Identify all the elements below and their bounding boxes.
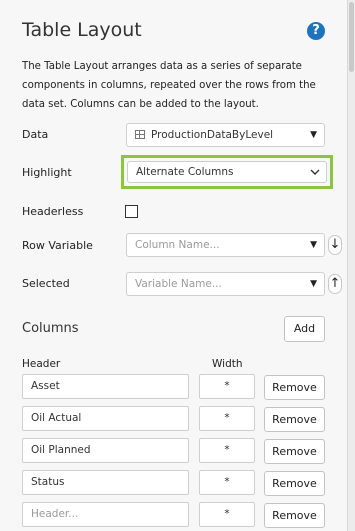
headerless-label: Headerless (22, 205, 84, 218)
column-header-input[interactable]: Status (22, 470, 189, 495)
table-layout-panel: Table Layout ? The Table Layout arranges… (0, 0, 348, 531)
column-header-input[interactable]: Asset (22, 374, 189, 399)
column-width-input[interactable]: * (199, 374, 255, 399)
column-header-input[interactable]: Oil Actual (22, 406, 189, 431)
width-column-label: Width (212, 358, 243, 370)
vertical-scrollbar[interactable] (348, 0, 355, 531)
column-width-input[interactable]: * (199, 502, 255, 527)
column-header-input[interactable]: Oil Planned (22, 438, 189, 463)
caret-down-icon: ▼ (310, 240, 317, 250)
panel-description: The Table Layout arranges data as a seri… (22, 61, 316, 110)
header-column-label: Header (22, 358, 61, 370)
sort-up-arrow-icon[interactable]: ↑ (328, 274, 342, 294)
highlight-select-value: Alternate Columns (136, 166, 234, 178)
columns-title: Columns (22, 321, 79, 336)
row-variable-placeholder: Column Name... (135, 239, 220, 251)
column-header-input[interactable]: Header... (22, 502, 189, 527)
highlight-label: Highlight (22, 166, 72, 179)
highlight-focus-outline: Alternate Columns (121, 155, 333, 189)
table-icon (135, 130, 145, 139)
column-width-input[interactable]: * (199, 438, 255, 463)
selected-select[interactable]: Variable Name... ▼ (126, 272, 325, 296)
column-width-input[interactable]: * (199, 406, 255, 431)
column-width-input[interactable]: * (199, 470, 255, 495)
data-select-value: ProductionDataByLevel (151, 129, 274, 141)
remove-column-button[interactable]: Remove (264, 375, 325, 400)
panel-title: Table Layout (22, 19, 142, 41)
remove-column-button[interactable]: Remove (264, 503, 325, 528)
caret-down-icon: ▼ (310, 279, 317, 289)
add-column-button[interactable]: Add (284, 316, 325, 342)
chevron-down-icon (310, 169, 320, 175)
help-icon[interactable]: ? (307, 22, 325, 40)
selected-label: Selected (22, 277, 70, 290)
data-select[interactable]: ProductionDataByLevel ▼ (126, 123, 325, 147)
remove-column-button[interactable]: Remove (264, 471, 325, 496)
remove-column-button[interactable]: Remove (264, 439, 325, 464)
highlight-select[interactable]: Alternate Columns (127, 161, 327, 183)
caret-down-icon: ▼ (310, 130, 317, 140)
data-label: Data (22, 128, 49, 141)
headerless-checkbox[interactable] (125, 205, 138, 218)
sort-down-arrow-icon[interactable]: ↓ (328, 235, 342, 255)
scrollbar-thumb[interactable] (349, 2, 354, 72)
remove-column-button[interactable]: Remove (264, 407, 325, 432)
row-variable-label: Row Variable (22, 239, 93, 252)
row-variable-select[interactable]: Column Name... ▼ (126, 233, 325, 257)
selected-placeholder: Variable Name... (135, 278, 222, 290)
